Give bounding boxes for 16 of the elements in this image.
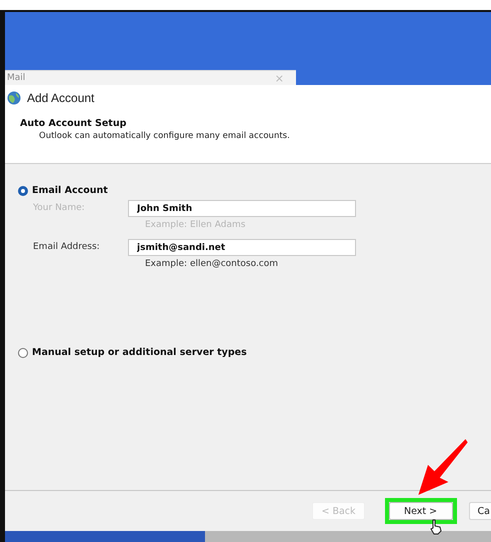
text-field[interactable]: jsmith@sandi.net: [128, 239, 356, 256]
dialog-button[interactable]: Ca: [468, 502, 491, 520]
radio-button[interactable]: [18, 348, 28, 358]
radio-button[interactable]: [18, 186, 28, 196]
field-label: Your Name:: [32, 202, 86, 213]
dialog-button[interactable]: Next >: [388, 502, 453, 520]
dialog-title: Add Account: [27, 91, 94, 105]
section-heading: Auto Account Setup: [20, 118, 128, 129]
section-description: Outlook can automatically configure many email accounts.: [39, 131, 291, 141]
globe-icon: [7, 91, 21, 105]
example-text: Example: Ellen Adams: [145, 220, 246, 230]
window-title: Mail: [7, 73, 26, 83]
field-label: Email Address:: [32, 241, 101, 252]
option-label: Manual setup or additional server types: [32, 347, 247, 358]
example-text: Example: ellen@contoso.com: [145, 259, 280, 269]
option-label: Email Account: [32, 185, 108, 196]
